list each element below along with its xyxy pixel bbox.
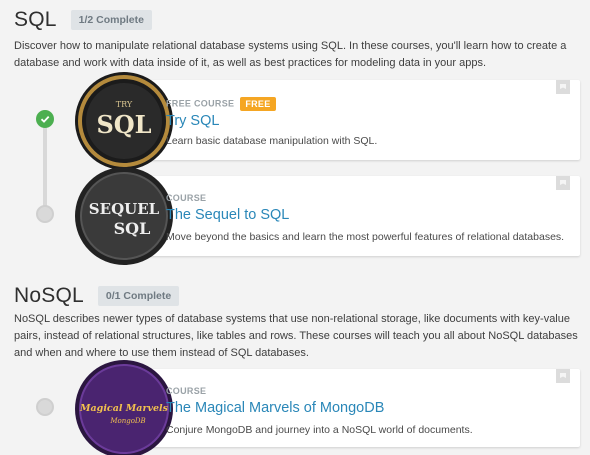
- section-header-sql: SQL 1/2 Complete: [14, 8, 152, 32]
- course-kind-label: COURSE: [166, 386, 207, 396]
- course-card-try-sql[interactable]: TRY SQL FREE COURSE FREE Try SQL Learn ba…: [75, 72, 580, 170]
- bookmark-icon[interactable]: [556, 369, 570, 383]
- course-description: Learn basic database manipulation with S…: [166, 135, 378, 147]
- bookmark-icon[interactable]: [556, 80, 570, 94]
- bookmark-icon[interactable]: [556, 176, 570, 190]
- course-description: Move beyond the basics and learn the mos…: [166, 231, 565, 243]
- progress-badge: 0/1 Complete: [97, 286, 180, 306]
- course-kind-label: FREE COURSE FREE: [166, 97, 276, 111]
- svg-text:SEQUEL: SEQUEL: [89, 200, 160, 218]
- course-description: Conjure MongoDB and journey into a NoSQL…: [166, 424, 473, 436]
- course-card-sequel-to-sql[interactable]: SEQUEL SQL COURSE The Sequel to SQL Move…: [75, 167, 580, 265]
- svg-text:TRY: TRY: [116, 100, 133, 109]
- section-title: SQL: [14, 8, 57, 31]
- svg-text:SQL: SQL: [96, 110, 151, 139]
- svg-text:MongoDB: MongoDB: [109, 417, 145, 425]
- incomplete-dot-icon: [36, 205, 54, 223]
- section-description: Discover how to manipulate relational da…: [14, 40, 567, 69]
- course-title-link[interactable]: The Magical Marvels of MongoDB: [166, 400, 384, 416]
- progress-badge: 1/2 Complete: [70, 10, 152, 30]
- course-title-link[interactable]: The Sequel to SQL: [166, 207, 289, 223]
- free-tag: FREE: [240, 97, 276, 111]
- svg-text:Magical Marvels: Magical Marvels: [79, 403, 169, 414]
- timeline-line: [43, 120, 47, 212]
- course-title-link[interactable]: Try SQL: [166, 113, 219, 129]
- complete-check-icon: [36, 110, 54, 128]
- course-badge-image: Magical Marvels MongoDB: [75, 360, 173, 455]
- course-badge-image: TRY SQL: [75, 72, 173, 170]
- section-header-nosql: NoSQL 0/1 Complete: [14, 284, 180, 308]
- incomplete-dot-icon: [36, 398, 54, 416]
- svg-text:SQL: SQL: [114, 219, 151, 238]
- course-badge-image: SEQUEL SQL: [75, 167, 173, 265]
- section-description: NoSQL describes newer types of database …: [14, 313, 578, 359]
- course-kind-label: COURSE: [166, 193, 207, 203]
- section-title: NoSQL: [14, 284, 84, 307]
- course-card-mongodb[interactable]: Magical Marvels MongoDB COURSE The Magic…: [75, 360, 580, 455]
